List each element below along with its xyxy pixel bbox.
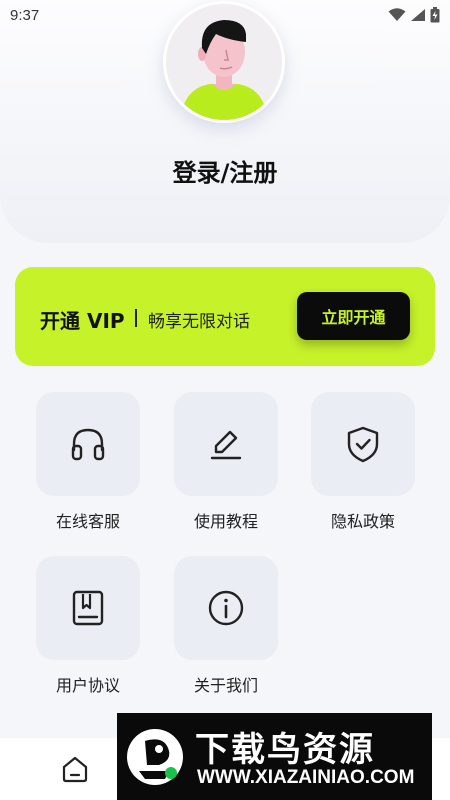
- menu-item-user-agreement[interactable]: 用户协议: [36, 556, 140, 696]
- status-time: 9:37: [10, 6, 40, 24]
- watermark-url: WWW.XIAZAINIAO.COM: [197, 767, 415, 788]
- menu-label: 隐私政策: [330, 512, 395, 531]
- menu-tile: [311, 392, 415, 496]
- vip-banner[interactable]: 开通 VIP 畅享无限对话 立即开通: [15, 267, 435, 366]
- battery-icon: [430, 7, 440, 23]
- status-icons: [388, 7, 440, 23]
- vip-title: 开通 VIP: [40, 309, 125, 333]
- edit-pen-icon: [210, 430, 242, 460]
- menu-label: 关于我们: [193, 676, 258, 695]
- menu-item-about-us[interactable]: 关于我们: [174, 556, 278, 696]
- menu-tile: [36, 556, 140, 660]
- home-icon: [62, 756, 88, 783]
- login-register-link[interactable]: 登录/注册: [0, 153, 450, 188]
- headphones-icon: [71, 428, 105, 461]
- signal-icon: [411, 9, 425, 21]
- vip-subtitle: 畅享无限对话: [148, 312, 250, 332]
- menu-label: 用户协议: [55, 676, 120, 695]
- watermark-bird-logo: [127, 729, 183, 785]
- watermark-title: 下载鸟资源: [195, 730, 375, 770]
- watermark-overlay: 下载鸟资源 WWW.XIAZAINIAO.COM: [117, 713, 432, 800]
- wifi-icon: [388, 8, 406, 21]
- menu-tile: [36, 392, 140, 496]
- vip-divider: [135, 309, 137, 327]
- menu-item-customer-service[interactable]: 在线客服: [36, 392, 140, 532]
- book-icon: [72, 590, 104, 626]
- home-tab[interactable]: [56, 752, 94, 786]
- menu-item-tutorial[interactable]: 使用教程: [174, 392, 278, 532]
- status-bar: 9:37: [0, 0, 450, 30]
- shield-check-icon: [347, 426, 379, 463]
- menu-tile: [174, 392, 278, 496]
- menu-label: 使用教程: [193, 512, 258, 531]
- menu-tile: [174, 556, 278, 660]
- menu-label: 在线客服: [55, 512, 120, 531]
- menu-item-privacy-policy[interactable]: 隐私政策: [311, 392, 415, 532]
- info-icon: [208, 590, 244, 626]
- open-vip-button[interactable]: 立即开通: [297, 292, 410, 340]
